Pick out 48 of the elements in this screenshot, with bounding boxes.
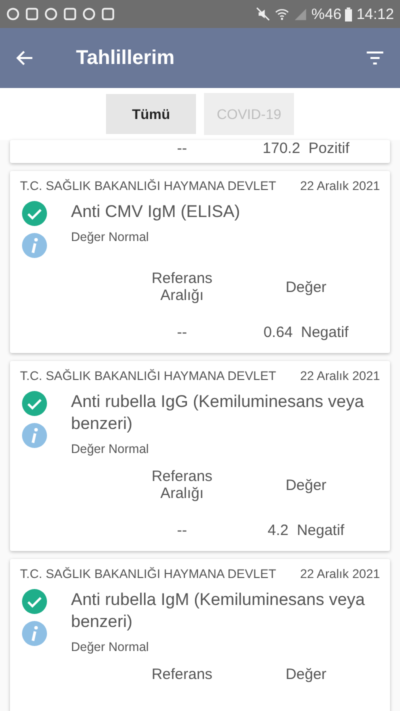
- battery-icon: [345, 6, 352, 22]
- filter-tab[interactable]: Tümü: [106, 94, 196, 134]
- result-card[interactable]: T.C. SAĞLIK BAKANLIĞI HAYMANA DEVLET 22 Aralık 2021 Anti rubella IgM (Kemiluminesans veya benzeri) Değer Normal Referans Değer: [10, 559, 390, 711]
- clock: 14:12: [356, 6, 394, 22]
- notification-icon: [25, 7, 39, 21]
- column-header: Referans: [150, 666, 214, 684]
- column-header: Referans Aralığı: [150, 468, 214, 502]
- notification-icon: [63, 7, 77, 21]
- screen-title: Tahlillerim: [76, 46, 176, 70]
- result-date: 22 Aralık 2021: [300, 567, 380, 582]
- result-date: 22 Aralık 2021: [300, 369, 380, 383]
- result-value: 170.2 Pozitif: [262, 140, 350, 157]
- test-name: Anti CMV IgM (ELISA): [71, 201, 242, 223]
- result-card[interactable]: -- 170.2 Pozitif: [10, 140, 390, 163]
- notification-icon: [44, 7, 58, 21]
- result-date: 22 Aralık 2021: [300, 179, 380, 193]
- status-note: Değer Normal: [71, 640, 150, 654]
- reference-value: --: [176, 140, 188, 157]
- test-name: Anti rubella IgG (Kemiluminesans veya benzeri): [71, 391, 365, 436]
- info-icon: [22, 233, 47, 258]
- institution-name: T.C. SAĞLIK BAKANLIĞI HAYMANA DEVLET: [20, 179, 276, 193]
- result-value: 4.2 Negatif: [266, 522, 346, 540]
- check-icon: [22, 391, 47, 416]
- check-icon: [22, 589, 47, 614]
- institution-name: T.C. SAĞLIK BAKANLIĞI HAYMANA DEVLET: [20, 567, 276, 582]
- check-icon: [22, 201, 47, 226]
- mute-icon: [255, 7, 272, 21]
- info-icon: [22, 621, 47, 646]
- column-header: Değer: [284, 278, 328, 296]
- signal-icon: [293, 7, 308, 21]
- institution-name: T.C. SAĞLIK BAKANLIĞI HAYMANA DEVLET: [20, 369, 276, 383]
- column-header: Değer: [284, 666, 328, 684]
- status-note: Değer Normal: [71, 442, 150, 456]
- column-header: Referans Aralığı: [150, 270, 214, 304]
- status-note: Değer Normal: [71, 230, 150, 244]
- battery-percent: %46: [311, 6, 342, 22]
- notification-icon: [101, 7, 115, 21]
- reference-value: --: [176, 522, 188, 540]
- result-card[interactable]: T.C. SAĞLIK BAKANLIĞI HAYMANA DEVLET 22 Aralık 2021 Anti CMV IgM (ELISA) Değer Normal Referans Aralığı Değer -- 0.64 Negatif: [10, 171, 390, 353]
- result-value: 0.64 Negatif: [262, 324, 350, 341]
- info-icon: [22, 423, 47, 448]
- column-header: Değer: [284, 476, 328, 494]
- notification-icon: [6, 7, 20, 21]
- reference-value: --: [176, 324, 188, 341]
- test-name: Anti rubella IgM (Kemiluminesans veya benzeri): [71, 589, 366, 634]
- notification-icon: [82, 7, 96, 21]
- result-card[interactable]: T.C. SAĞLIK BAKANLIĞI HAYMANA DEVLET 22 Aralık 2021 Anti rubella IgG (Kemiluminesans veya benzeri) Değer Normal Referans Aralığı Değer -- 4.2 Negatif: [10, 361, 390, 552]
- wifi-icon: [275, 7, 290, 21]
